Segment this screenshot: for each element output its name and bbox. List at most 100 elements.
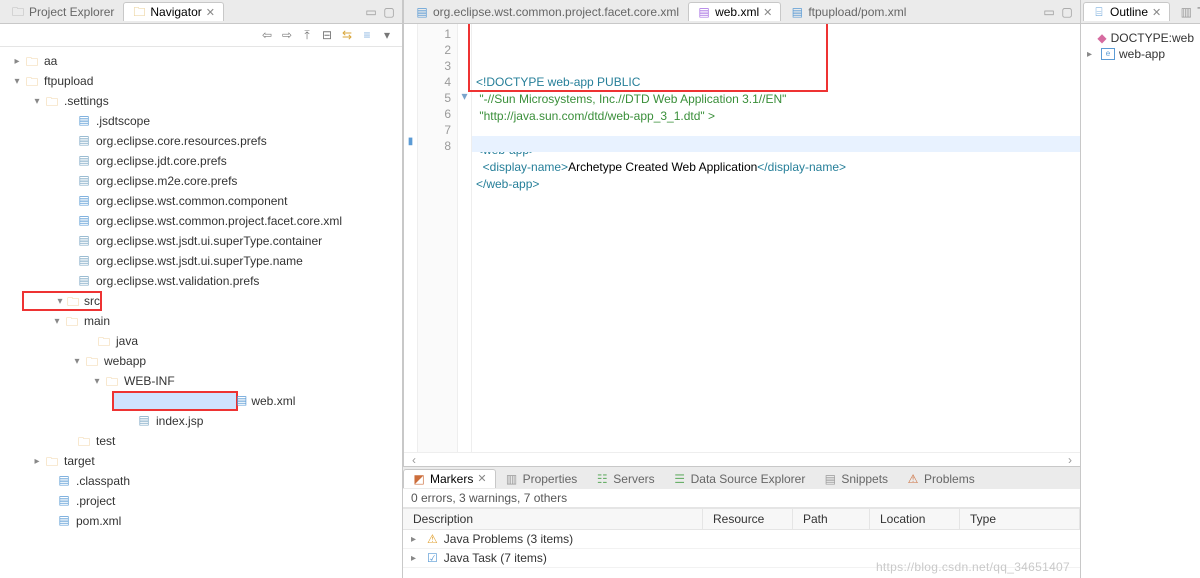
tree-node-webxml[interactable]: ▤web.xml (112, 391, 238, 411)
folder-icon: 🗀 (84, 353, 100, 369)
tree-leaf-project[interactable]: ▤.project (0, 491, 402, 511)
tree-node-main[interactable]: ▾🗀main (0, 311, 402, 331)
back-icon[interactable]: ⇦ (260, 28, 274, 42)
collapse-icon[interactable]: ▾ (90, 376, 104, 387)
collapse-all-icon[interactable]: ⊟ (320, 28, 334, 42)
tab-outline[interactable]: ⌸ Outline ✕ (1083, 2, 1170, 21)
tree-label: .project (76, 494, 115, 508)
menu-icon[interactable]: ▾ (380, 28, 394, 42)
tree-node-test[interactable]: 🗀test (0, 431, 402, 451)
tree-leaf[interactable]: ▤org.eclipse.core.resources.prefs (0, 131, 402, 151)
close-icon[interactable]: ✕ (206, 6, 215, 19)
tree-leaf[interactable]: ▤org.eclipse.wst.jsdt.ui.superType.conta… (0, 231, 402, 251)
collapse-icon[interactable]: ▾ (10, 76, 24, 87)
tab-label: Outline (1110, 5, 1148, 19)
tree-node-settings[interactable]: ▾🗀.settings (0, 91, 402, 111)
tree-label: org.eclipse.wst.jsdt.ui.superType.contai… (96, 234, 322, 248)
up-icon[interactable]: ⤒ (300, 28, 314, 42)
tab-servers[interactable]: ☷Servers (586, 469, 663, 488)
outline-tree[interactable]: ◆DOCTYPE:web ▸eweb-app (1081, 24, 1200, 68)
markers-table-header: Description Resource Path Location Type (403, 508, 1080, 530)
maximize-icon[interactable]: ▢ (382, 5, 396, 19)
tree-label: org.eclipse.wst.common.component (96, 194, 287, 208)
col-location[interactable]: Location (870, 509, 960, 529)
minimize-icon[interactable]: ▭ (1042, 5, 1056, 19)
expand-icon[interactable]: ▸ (411, 553, 421, 564)
tab-navigator[interactable]: 🗀Navigator✕ (123, 2, 224, 21)
xml-file-icon: ▤ (76, 193, 92, 209)
outline-icon: ⌸ (1092, 5, 1106, 19)
tree-node-webapp[interactable]: ▾🗀webapp (0, 351, 402, 371)
tree-node-webinf[interactable]: ▾🗀WEB-INF (0, 371, 402, 391)
tree-node-src[interactable]: ▾🗀src (22, 291, 102, 311)
code-editor[interactable]: ▮ 12345678 ▾ <!DOCTYPE web-app PUBLIC "-… (404, 24, 1080, 452)
tab-problems[interactable]: ⚠Problems (897, 469, 984, 488)
expand-icon[interactable]: ▸ (30, 456, 44, 467)
col-path[interactable]: Path (793, 509, 870, 529)
close-icon[interactable]: ✕ (477, 472, 486, 485)
tab-markers[interactable]: ◩Markers✕ (403, 469, 496, 488)
close-icon[interactable]: ✕ (763, 6, 772, 19)
tree-leaf-pom[interactable]: ▤pom.xml (0, 511, 402, 531)
tab-pom-xml[interactable]: ▤ftpupload/pom.xml (781, 2, 915, 21)
folder-icon: 🗀 (76, 433, 92, 449)
tree-node-ftpupload[interactable]: ▾🗀ftpupload (0, 71, 402, 91)
tasklist-icon: ▥ (1179, 5, 1193, 19)
tree-label: main (84, 314, 110, 328)
xml-file-icon: ▤ (236, 393, 247, 409)
navigator-tree[interactable]: ▸🗀aa ▾🗀ftpupload ▾🗀.settings ▤.jsdtscope… (0, 47, 402, 578)
properties-icon: ▥ (505, 472, 519, 486)
maximize-icon[interactable]: ▢ (1060, 5, 1074, 19)
editor-h-scrollbar[interactable]: ‹› (404, 452, 1080, 466)
tab-label: Data Source Explorer (691, 472, 806, 486)
tree-leaf[interactable]: ▤org.eclipse.wst.common.project.facet.co… (0, 211, 402, 231)
markers-group-java-problems[interactable]: ▸⚠Java Problems (3 items) (403, 530, 1080, 549)
tab-web-xml[interactable]: ▤web.xml✕ (688, 2, 781, 21)
filter-icon[interactable]: ≡ (360, 28, 374, 42)
collapse-icon[interactable]: ▾ (70, 356, 84, 367)
tree-node-java[interactable]: 🗀java (0, 331, 402, 351)
outline-webapp[interactable]: ▸eweb-app (1085, 46, 1196, 62)
folder-icon: 🗀 (66, 293, 80, 309)
tree-leaf[interactable]: ▤org.eclipse.jdt.core.prefs (0, 151, 402, 171)
col-resource[interactable]: Resource (703, 509, 793, 529)
tree-node-target[interactable]: ▸🗀target (0, 451, 402, 471)
tab-label: Navigator (150, 5, 201, 19)
expand-icon[interactable]: ▸ (1087, 49, 1097, 60)
outline-label: web-app (1119, 47, 1165, 61)
tree-label: org.eclipse.wst.common.project.facet.cor… (96, 214, 342, 228)
markers-group-java-task[interactable]: ▸☑Java Task (7 items) (403, 549, 1080, 568)
minimize-icon[interactable]: ▭ (364, 5, 378, 19)
tab-properties[interactable]: ▥Properties (496, 469, 587, 488)
tree-leaf[interactable]: ▤org.eclipse.wst.validation.prefs (0, 271, 402, 291)
expand-icon[interactable]: ▸ (411, 534, 421, 545)
tab-snippets[interactable]: ▤Snippets (814, 469, 897, 488)
collapse-icon[interactable]: ▾ (30, 96, 44, 107)
close-icon[interactable]: ✕ (1152, 6, 1161, 19)
tab-project-explorer[interactable]: 🗀Project Explorer (2, 2, 123, 21)
expand-icon[interactable]: ▸ (10, 56, 24, 67)
navigator-toolbar: ⇦ ⇨ ⤒ ⊟ ⇆ ≡ ▾ (0, 24, 402, 47)
scroll-left-icon[interactable]: ‹ (412, 453, 416, 467)
col-type[interactable]: Type (960, 509, 1080, 529)
tab-facet-xml[interactable]: ▤org.eclipse.wst.common.project.facet.co… (406, 2, 688, 21)
forward-icon[interactable]: ⇨ (280, 28, 294, 42)
tab-tasklist[interactable]: ▥T... (1170, 2, 1200, 21)
col-description[interactable]: Description (403, 509, 703, 529)
tree-node-indexjsp[interactable]: ▤index.jsp (0, 411, 402, 431)
code-area[interactable]: <!DOCTYPE web-app PUBLIC "-//Sun Microsy… (472, 24, 1080, 452)
collapse-icon[interactable]: ▾ (54, 296, 66, 307)
tree-leaf-classpath[interactable]: ▤.classpath (0, 471, 402, 491)
tree-leaf[interactable]: ▤ org.eclipse.wst.common.component (0, 191, 402, 211)
tree-node-aa[interactable]: ▸🗀aa (0, 51, 402, 71)
tab-dse[interactable]: ☰Data Source Explorer (664, 469, 815, 488)
xml-file-icon: ▤ (56, 513, 72, 529)
tree-leaf[interactable]: ▤org.eclipse.wst.jsdt.ui.superType.name (0, 251, 402, 271)
scroll-right-icon[interactable]: › (1068, 453, 1072, 467)
outline-doctype[interactable]: ◆DOCTYPE:web (1085, 30, 1196, 46)
tree-leaf[interactable]: ▤org.eclipse.m2e.core.prefs (0, 171, 402, 191)
tree-leaf[interactable]: ▤.jsdtscope (0, 111, 402, 131)
tab-label: Snippets (841, 472, 888, 486)
link-editor-icon[interactable]: ⇆ (340, 28, 354, 42)
collapse-icon[interactable]: ▾ (50, 316, 64, 327)
